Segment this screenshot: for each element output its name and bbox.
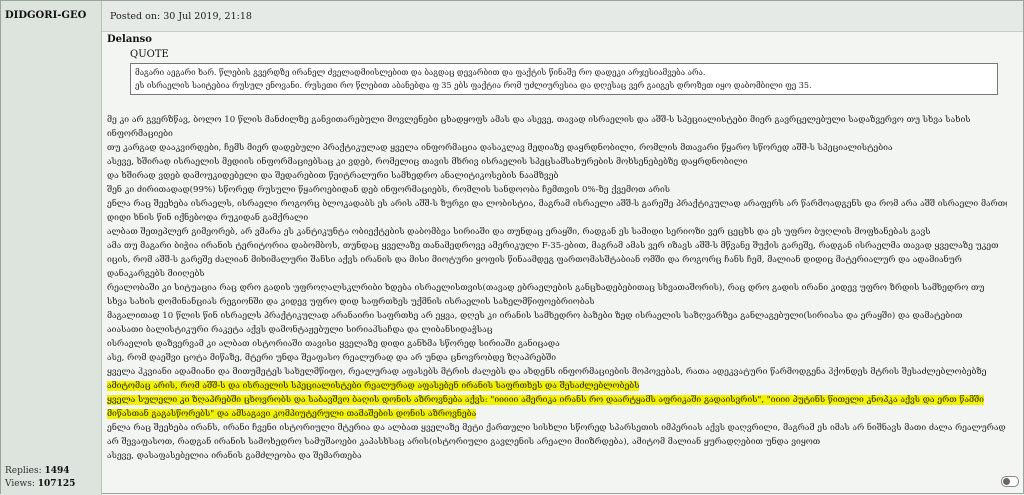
highlighted-text: ამიტომაც არის, რომ აშშ-ს და ისრაელის სპე… (107, 381, 640, 391)
views-value: 107125 (37, 479, 76, 489)
post-header: Posted on: 30 Jul 2019, 21:18 (102, 1, 1023, 32)
body-line: ენლა რაც შეეხება ისრაელს, ისრაელი როგორც… (107, 199, 1007, 209)
body-line: ალბათ შეთეპლერ გიმეორებ, არ ვმარა ეს კან… (107, 227, 931, 237)
quote-box: მაგარი აეგარი ხარ. წლების გვერდზე ირანელ… (130, 63, 998, 95)
body-line: ამა თუ მაგარი ბიჭია ირანის ტერიტორია დაბ… (107, 241, 999, 251)
post-body: მე კი არ გვერზწავ, ბოლო 10 წლის მანძილზე… (107, 113, 1007, 463)
body-line: რეალობაში კი სიტუაცია რაც დრო გადის უფრო… (107, 283, 985, 293)
body-line: ისრაელის დაზვერვამ კი ალბათ ისტორიაში თა… (107, 339, 560, 349)
body-line: ინფორმაციები (107, 129, 173, 139)
quote-line: მაგარი აეგარი ხარ. წლების გვერდზე ირანელ… (135, 68, 706, 77)
posted-on: Posted on: 30 Jul 2019, 21:18 (110, 11, 252, 22)
body-line: შენ კი ძირითადად(99%) სწორედ რუსული წყარ… (107, 185, 670, 195)
post-content: Delanso QUOTE მაგარი აეგარი ხარ. წლების … (102, 32, 1023, 493)
body-line: ენლა რაც შეეხება ირანს, ირანი ჩვენი ისტო… (107, 423, 1006, 433)
body-line-highlighted: ამიტომაც არის, რომ აშშ-ს და ისრაელის სპე… (107, 379, 1007, 393)
body-line: და ხშირად ვდებ დამოუკიდებელი და შედარები… (107, 171, 559, 181)
body-line: იცის, რომ აშშ-ს გარეშე ძალიან მიხიმალური… (107, 255, 962, 265)
body-line-highlighted: მიწასთან გაგასწორებს" და ამსაგავი კომპიუ… (107, 407, 1007, 421)
body-line: მე კი არ გვერზწავ, ბოლო 10 წლის მანძილზე… (107, 115, 971, 125)
body-line: თუ კარგად დააკვირდები, ჩემს მიერ დადებულ… (107, 143, 893, 153)
highlighted-text: ყველა სულელი კი ზღაპრებში ცხოვრობს და სა… (107, 395, 984, 405)
posted-date: 30 Jul 2019, 21:18 (163, 11, 252, 22)
quote-author: Delanso (107, 34, 152, 45)
body-line: ასევე, დასაფასებელია ირანის გამძლეობა და… (107, 451, 362, 461)
replies-value: 1494 (44, 466, 70, 476)
author-username[interactable]: DIDGORI-GEO (5, 10, 86, 21)
replies-label: Replies: (5, 466, 42, 476)
body-line: მაგალითად 10 წლის წინ ისრაელს პრაქტიკულა… (107, 311, 963, 321)
body-line: დიდი ხნის წინ იქნებოდა რუკიდან გამქრალი (107, 213, 309, 223)
quote-title: QUOTE (130, 49, 169, 60)
highlighted-text: მიწასთან გაგასწორებს" და ამსაგავი კომპიუ… (107, 409, 477, 419)
views-stat: Views: 107125 (5, 478, 75, 491)
author-sidebar: DIDGORI-GEO Replies: 1494 Views: 107125 (1, 1, 102, 495)
body-line: ყველა ჰკვიანი ადამიანი და მითუმეტეს სახე… (107, 367, 987, 377)
views-label: Views: (5, 479, 35, 489)
body-line: ასევე, ხშირად ისრაელის მედიის ინფორმაციე… (107, 157, 748, 167)
forum-post: DIDGORI-GEO Replies: 1494 Views: 107125 … (0, 0, 1024, 495)
body-line-highlighted: ყველა სულელი კი ზღაპრებში ცხოვრობს და სა… (107, 393, 1007, 407)
body-line: არ შევაფასოთ, რადგან ირანის სამოხედრო სა… (107, 437, 821, 447)
posted-prefix: Posted on: (110, 11, 161, 22)
body-line: აიასათი ბალისტიკური რაკეტა აქვს დამონტაჟ… (107, 325, 493, 335)
toggle-icon[interactable] (1001, 476, 1019, 487)
author-stats: Replies: 1494 Views: 107125 (5, 465, 75, 491)
replies-stat: Replies: 1494 (5, 465, 75, 478)
body-line: ასე, რომ დაეშვი ცოტა მიწაზე, მტერი უნდა … (107, 353, 557, 363)
quote-line: ეს ისრაელის საიტებია რუსულ ენოვანი. რუსე… (135, 81, 812, 90)
body-line: დანაკარგებს მიიღებს (107, 269, 205, 279)
body-line: სხვა სახის დომინანციას რეგიონში და კიდევ… (107, 297, 595, 307)
